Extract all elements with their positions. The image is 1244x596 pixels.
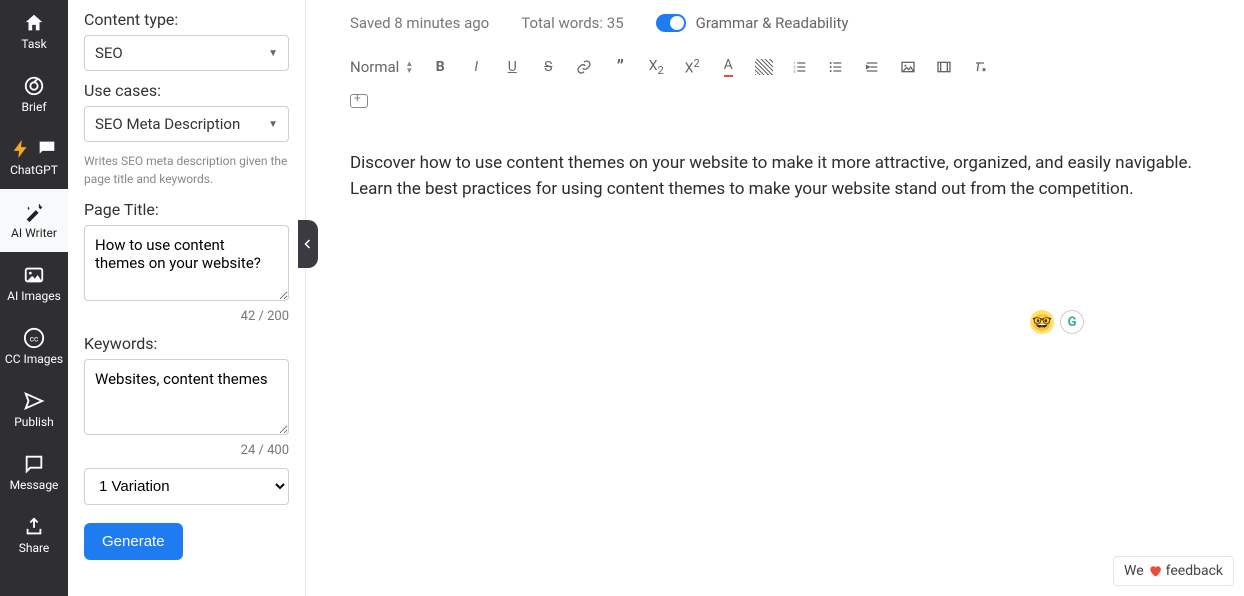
- chat-icon: [36, 138, 58, 160]
- sidebar-item-label: Message: [10, 478, 59, 492]
- content-type-select[interactable]: SEO ▼: [84, 35, 289, 71]
- grammarly-badge[interactable]: G: [1060, 310, 1084, 334]
- collapse-panel-button[interactable]: [298, 220, 318, 268]
- sidebar-item-message[interactable]: Message: [0, 441, 68, 504]
- bolt-icon: [10, 138, 32, 160]
- sidebar-item-publish[interactable]: Publish: [0, 378, 68, 441]
- sidebar-item-chatgpt[interactable]: ChatGPT: [0, 126, 68, 189]
- link-icon: [576, 59, 592, 75]
- highlight-button[interactable]: [755, 56, 773, 78]
- share-icon: [23, 516, 45, 538]
- sidebar-item-cc-images[interactable]: cc CC Images: [0, 315, 68, 378]
- use-cases-label: Use cases:: [84, 81, 289, 100]
- sidebar-item-label: ChatGPT: [10, 163, 58, 177]
- page-title-input[interactable]: [84, 225, 289, 301]
- use-cases-value: SEO Meta Description: [95, 115, 240, 133]
- image-button[interactable]: [899, 56, 917, 78]
- saved-status: Saved 8 minutes ago: [350, 14, 489, 32]
- use-cases-select[interactable]: SEO Meta Description ▼: [84, 106, 289, 142]
- clear-format-button[interactable]: [971, 56, 989, 78]
- document-body[interactable]: Discover how to use content themes on yo…: [326, 120, 1224, 233]
- keywords-input[interactable]: [84, 359, 289, 435]
- settings-panel: Content type: SEO ▼ Use cases: SEO Meta …: [68, 0, 306, 596]
- svg-text:3: 3: [794, 68, 796, 73]
- bold-button[interactable]: B: [431, 56, 449, 78]
- sidebar-item-ai-writer[interactable]: AI Writer: [0, 189, 68, 252]
- page-title-counter: 42 / 200: [84, 309, 289, 324]
- indent-icon: [864, 59, 880, 75]
- highlight-icon: [755, 59, 773, 75]
- add-comment-button[interactable]: [350, 94, 368, 108]
- sidebar-item-label: Publish: [14, 415, 54, 429]
- variation-select[interactable]: 1 Variation: [84, 468, 289, 505]
- emoji-badge[interactable]: 🤓: [1030, 310, 1054, 334]
- heart-icon: [1148, 564, 1162, 578]
- video-button[interactable]: [935, 56, 953, 78]
- sidebar-item-label: Share: [19, 541, 50, 555]
- video-icon: [936, 59, 952, 75]
- keywords-counter: 24 / 400: [84, 443, 289, 458]
- paragraph-style-select[interactable]: Normal ▲▼: [350, 56, 413, 78]
- use-cases-description: Writes SEO meta description given the pa…: [84, 152, 289, 188]
- grammar-toggle[interactable]: [656, 14, 686, 32]
- sidebar-item-label: CC Images: [5, 352, 63, 366]
- editor-toolbar: Normal ▲▼ B I U S ” X2 X2 A 123: [326, 50, 1224, 94]
- send-icon: [23, 390, 45, 412]
- strike-button[interactable]: S: [539, 56, 557, 78]
- clear-format-icon: [972, 59, 988, 75]
- content-type-label: Content type:: [84, 10, 289, 29]
- sidebar-item-label: AI Images: [7, 289, 61, 303]
- italic-button[interactable]: I: [467, 56, 485, 78]
- sidebar-item-label: Brief: [22, 100, 47, 114]
- wand-icon: [23, 201, 45, 223]
- sidebar-item-label: Task: [21, 37, 46, 51]
- page-title-label: Page Title:: [84, 200, 289, 219]
- indent-button[interactable]: [863, 56, 881, 78]
- superscript-button[interactable]: X2: [683, 56, 701, 78]
- cc-icon: cc: [23, 327, 45, 349]
- chevron-down-icon: ▼: [268, 119, 278, 130]
- text-color-button[interactable]: A: [719, 56, 737, 78]
- image-icon: [900, 59, 916, 75]
- ordered-list-icon: 123: [792, 59, 808, 75]
- underline-button[interactable]: U: [503, 56, 521, 78]
- home-icon: [23, 12, 45, 34]
- grammar-label: Grammar & Readability: [696, 14, 849, 32]
- chevron-down-icon: ▼: [268, 48, 278, 59]
- image-icon: [23, 264, 45, 286]
- bullet-list-icon: [828, 59, 844, 75]
- subscript-button[interactable]: X2: [647, 56, 665, 78]
- ordered-list-button[interactable]: 123: [791, 56, 809, 78]
- keywords-label: Keywords:: [84, 334, 289, 353]
- editor-area: Saved 8 minutes ago Total words: 35 Gram…: [306, 0, 1244, 596]
- sidebar-item-label: AI Writer: [11, 226, 57, 240]
- sidebar-item-task[interactable]: Task: [0, 0, 68, 63]
- message-icon: [23, 453, 45, 475]
- content-type-value: SEO: [95, 44, 123, 62]
- sort-icon: ▲▼: [405, 60, 413, 74]
- link-button[interactable]: [575, 56, 593, 78]
- sidebar-item-share[interactable]: Share: [0, 504, 68, 567]
- svg-text:cc: cc: [30, 335, 39, 345]
- generate-button[interactable]: Generate: [84, 523, 183, 560]
- sidebar-item-ai-images[interactable]: AI Images: [0, 252, 68, 315]
- word-count: Total words: 35: [521, 14, 623, 32]
- chevron-left-icon: [302, 238, 314, 250]
- quote-button[interactable]: ”: [611, 56, 629, 78]
- feedback-button[interactable]: We feedback: [1113, 556, 1234, 586]
- bullet-list-button[interactable]: [827, 56, 845, 78]
- target-icon: [23, 75, 45, 97]
- sidebar-item-brief[interactable]: Brief: [0, 63, 68, 126]
